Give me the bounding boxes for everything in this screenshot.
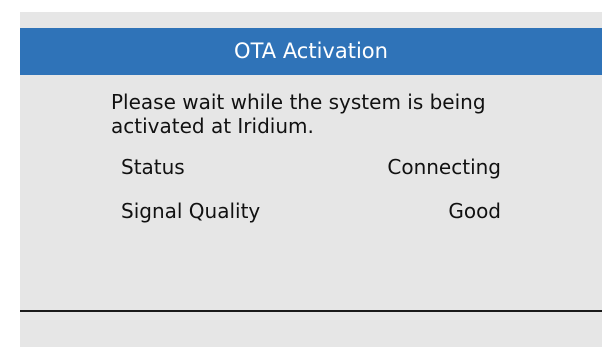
softkey-divider — [20, 310, 602, 312]
status-value: Connecting — [387, 155, 501, 179]
status-label: Status — [121, 155, 185, 179]
activation-message: Please wait while the system is being ac… — [111, 90, 486, 138]
signal-quality-row: Signal Quality Good — [121, 198, 501, 224]
ota-activation-screen: OTA Activation Please wait while the sys… — [20, 12, 602, 347]
status-row: Status Connecting — [121, 154, 501, 180]
dialog-title: OTA Activation — [20, 28, 602, 75]
signal-quality-value: Good — [448, 199, 501, 223]
signal-quality-label: Signal Quality — [121, 199, 261, 223]
